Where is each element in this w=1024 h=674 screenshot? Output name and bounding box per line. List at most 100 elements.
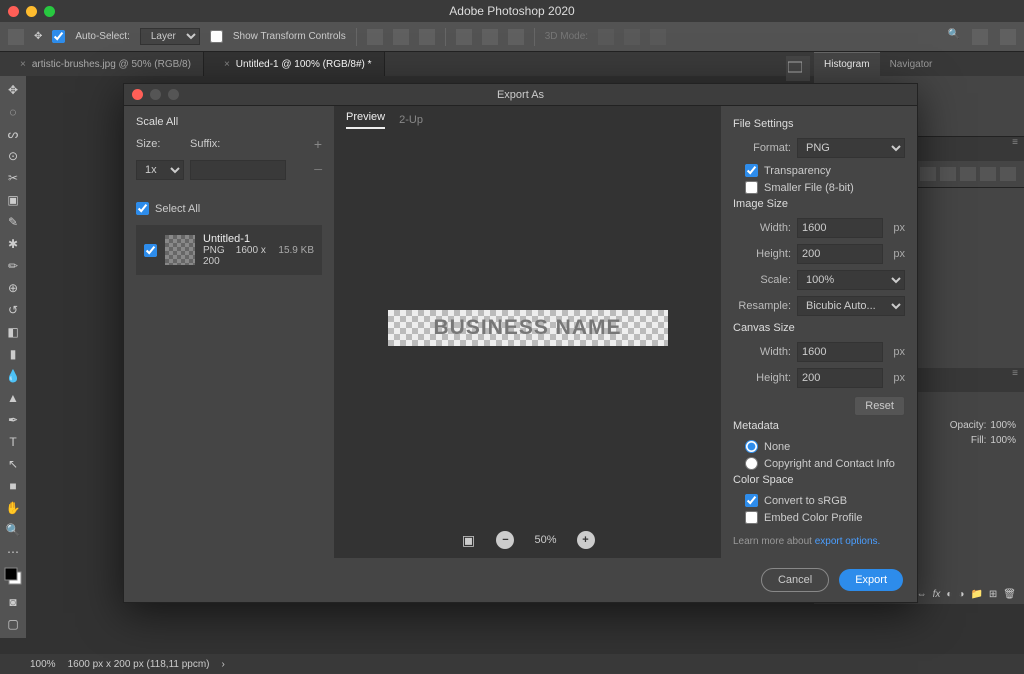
stamp-tool[interactable]: ⊕ [2,278,24,298]
reset-button[interactable]: Reset [854,396,905,416]
metadata-copyright-label: Copyright and Contact Info [764,458,895,470]
status-info[interactable]: 1600 px x 200 px (118,11 ppcm) [68,659,210,670]
embed-profile-checkbox[interactable] [745,511,758,524]
remove-size-icon[interactable]: ─ [314,164,322,176]
export-file-row[interactable]: Untitled-1 PNG 1600 x 200 15.9 KB [136,225,322,275]
fill-value[interactable]: 100% [990,435,1016,446]
transparency-checkbox[interactable] [745,164,758,177]
shape-tool[interactable]: ■ [2,476,24,496]
resample-dropdown[interactable]: Bicubic Auto... [797,296,905,316]
blur-tool[interactable]: 💧 [2,366,24,386]
eraser-tool[interactable]: ◧ [2,322,24,342]
zoom-tool[interactable]: 🔍 [2,520,24,540]
metadata-copyright-radio[interactable] [745,457,758,470]
history-brush-tool[interactable]: ↺ [2,300,24,320]
canvas-width-input[interactable] [797,342,883,362]
img-width-input[interactable] [797,218,883,238]
opacity-value[interactable]: 100% [990,420,1016,431]
fill-adj-icon[interactable]: ◑ [958,589,964,600]
path-select-tool[interactable]: ↖ [2,454,24,474]
export-options-link[interactable]: export options. [815,536,881,547]
adj-icon[interactable] [980,167,996,181]
canvas-height-input[interactable] [797,368,883,388]
screen-mode-icon[interactable]: ▢ [2,614,24,634]
maximize-window-icon[interactable] [44,6,55,17]
adj-icon[interactable] [940,167,956,181]
link-layers-icon[interactable]: ⇔ [917,589,927,600]
metadata-none-radio[interactable] [745,440,758,453]
suffix-input[interactable] [190,160,286,180]
type-tool[interactable]: T [2,432,24,452]
delete-icon[interactable]: 🗑 [1003,589,1016,600]
marquee-tool[interactable]: ◌ [2,102,24,122]
minimize-window-icon[interactable] [26,6,37,17]
adj-icon[interactable] [920,167,936,181]
tab-navigator[interactable]: Navigator [880,52,943,76]
adj-icon[interactable] [960,167,976,181]
color-swatches[interactable] [2,564,24,590]
frame-tool[interactable]: ▣ [2,190,24,210]
align-icon[interactable] [367,29,383,45]
mask-icon[interactable]: ◐ [946,589,952,600]
gradient-tool[interactable]: ▮ [2,344,24,364]
distribute-icon[interactable] [482,29,498,45]
distribute-icon[interactable] [456,29,472,45]
close-dialog-icon[interactable] [132,89,143,100]
spot-heal-tool[interactable]: ✱ [2,234,24,254]
smaller-file-checkbox[interactable] [745,181,758,194]
panel-menu-icon[interactable]: ≡ [1006,368,1024,392]
panel-collapse-icon[interactable] [786,56,810,81]
auto-select-checkbox[interactable] [52,30,65,43]
fit-screen-icon[interactable]: ▣ [460,532,476,548]
tab-x-icon[interactable]: × [224,59,230,70]
select-all-checkbox[interactable] [136,202,149,215]
search-icon[interactable]: 🔍 [948,29,960,45]
adj-icon[interactable] [1000,167,1016,181]
show-transform-checkbox[interactable] [210,30,223,43]
size-dropdown[interactable]: 1x [136,160,184,180]
chevron-right-icon[interactable]: › [222,659,225,670]
auto-select-dropdown[interactable]: Layer [140,28,200,45]
brush-tool[interactable]: ✏ [2,256,24,276]
file-checkbox[interactable] [144,244,157,257]
tab-preview[interactable]: Preview [346,111,385,129]
zoom-percent[interactable]: 50% [534,534,556,546]
fx-icon[interactable]: fx [933,589,941,600]
dodge-tool[interactable]: ▲ [2,388,24,408]
panel-menu-icon[interactable]: ≡ [1006,137,1024,161]
share-icon[interactable] [1000,29,1016,45]
document-tab[interactable]: × artistic-brushes.jpg @ 50% (RGB/8) [0,52,204,76]
lasso-tool[interactable]: ᔕ [2,124,24,144]
distribute-icon[interactable] [508,29,524,45]
status-zoom[interactable]: 100% [30,659,56,670]
tab-histogram[interactable]: Histogram [814,52,880,76]
crop-tool[interactable]: ✂ [2,168,24,188]
smaller-file-label: Smaller File (8-bit) [764,182,854,194]
home-icon[interactable] [8,29,24,45]
edit-toolbar[interactable]: ⋯ [2,542,24,562]
scale-dropdown[interactable]: 100% [797,270,905,290]
zoom-in-icon[interactable]: + [577,531,595,549]
eyedropper-tool[interactable]: ✎ [2,212,24,232]
quick-select-tool[interactable]: ⊙ [2,146,24,166]
new-layer-icon[interactable]: ⊞ [989,589,997,600]
zoom-out-icon[interactable]: − [496,531,514,549]
hand-tool[interactable]: ✋ [2,498,24,518]
convert-srgb-checkbox[interactable] [745,494,758,507]
align-icon[interactable] [419,29,435,45]
move-tool[interactable]: ✥ [2,80,24,100]
format-dropdown[interactable]: PNG [797,138,905,158]
group-icon[interactable]: 📁 [970,589,982,600]
cancel-button[interactable]: Cancel [761,568,829,592]
tab-x-icon[interactable]: × [20,59,26,70]
img-height-input[interactable] [797,244,883,264]
pen-tool[interactable]: ✒ [2,410,24,430]
workspace-icon[interactable] [972,29,988,45]
quick-mask-icon[interactable]: ◙ [2,592,24,612]
export-button[interactable]: Export [839,569,903,591]
add-size-icon[interactable]: + [314,136,322,152]
align-icon[interactable] [393,29,409,45]
document-tab-active[interactable]: × Untitled-1 @ 100% (RGB/8#) * [204,52,385,76]
tab-2up[interactable]: 2-Up [399,114,423,126]
close-window-icon[interactable] [8,6,19,17]
